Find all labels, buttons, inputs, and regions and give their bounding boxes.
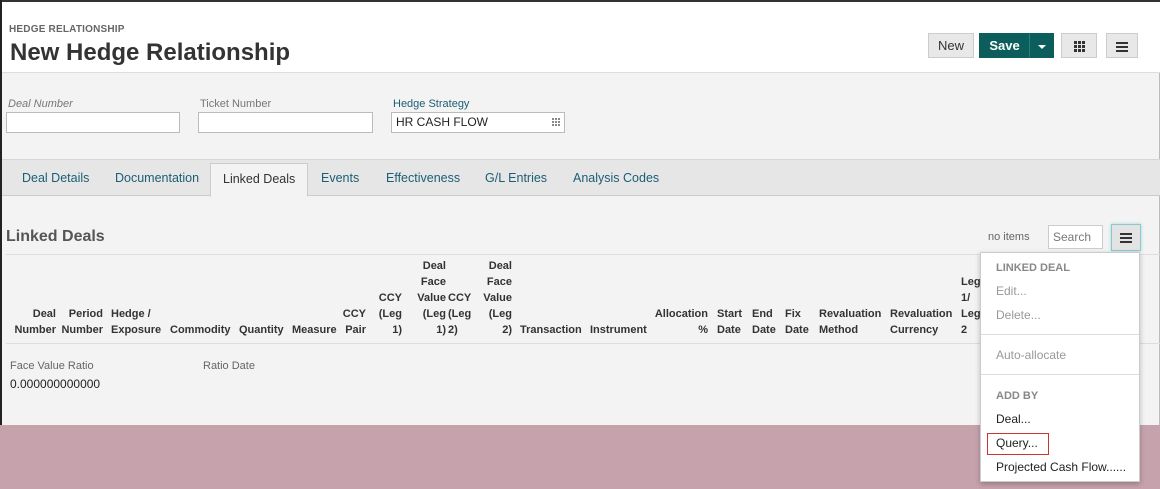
column-header[interactable]: Hedge / Exposure xyxy=(111,306,161,338)
tab-events[interactable]: Events xyxy=(321,171,359,185)
menu-header-add-by: ADD BY xyxy=(996,390,1039,402)
tab-analysis-codes[interactable]: Analysis Codes xyxy=(573,171,659,185)
column-header[interactable]: Revaluation Method xyxy=(819,306,881,338)
menu-item-projected-cash-flow[interactable]: Projected Cash Flow...... xyxy=(996,460,1126,474)
menu-header-linked-deal: LINKED DEAL xyxy=(996,262,1070,274)
section-title: Linked Deals xyxy=(6,228,105,245)
page-menu-button[interactable] xyxy=(1106,33,1138,58)
column-header[interactable]: Commodity xyxy=(170,322,231,338)
column-header[interactable]: Revaluation Currency xyxy=(890,306,952,338)
column-header[interactable]: Instrument xyxy=(590,322,647,338)
tab-effectiveness[interactable]: Effectiveness xyxy=(386,171,460,185)
ticket-number-label: Ticket Number xyxy=(200,98,272,110)
menu-item-auto-allocate[interactable]: Auto-allocate xyxy=(996,348,1066,362)
new-button[interactable]: New xyxy=(928,33,974,58)
column-header[interactable]: CCY (Leg 2) xyxy=(448,290,471,338)
menu-divider xyxy=(981,334,1139,335)
column-header[interactable]: Deal Number xyxy=(14,306,56,338)
column-header[interactable]: Period Number xyxy=(61,306,103,338)
menu-item-deal[interactable]: Deal... xyxy=(996,412,1031,426)
face-value-ratio-label: Face Value Ratio xyxy=(10,360,94,372)
breadcrumb: HEDGE RELATIONSHIP xyxy=(9,24,125,35)
column-header[interactable]: CCY (Leg 1) xyxy=(379,290,402,338)
column-header[interactable]: Leg 1/Leg 2 xyxy=(961,274,981,338)
ticket-number-input[interactable] xyxy=(198,112,373,133)
ratio-date-label: Ratio Date xyxy=(203,360,255,372)
tab-deal-details[interactable]: Deal Details xyxy=(22,171,89,185)
column-header[interactable]: Allocation% xyxy=(655,306,708,338)
grid-dropdown-menu: LINKED DEAL Edit... Delete... Auto-alloc… xyxy=(980,252,1140,482)
column-header[interactable]: Measure xyxy=(292,322,337,338)
hedge-strategy-input[interactable]: HR CASH FLOW xyxy=(391,112,565,133)
menu-item-delete[interactable]: Delete... xyxy=(996,308,1041,322)
page-title: New Hedge Relationship xyxy=(10,39,291,66)
item-count: no items xyxy=(988,231,1030,243)
tab-documentation[interactable]: Documentation xyxy=(115,171,199,185)
column-header[interactable]: Quantity xyxy=(239,322,284,338)
column-header[interactable]: Transaction xyxy=(520,322,582,338)
save-button[interactable]: Save xyxy=(979,33,1030,58)
hedge-strategy-value: HR CASH FLOW xyxy=(396,115,489,129)
column-header[interactable]: Start Date xyxy=(717,306,742,338)
search-input[interactable]: Search xyxy=(1048,225,1103,249)
picker-grid-icon[interactable] xyxy=(552,118,560,126)
apps-grid-button[interactable] xyxy=(1061,33,1097,58)
hedge-strategy-label: Hedge Strategy xyxy=(393,98,470,110)
hamburger-icon xyxy=(1116,40,1128,54)
menu-item-query[interactable]: Query... xyxy=(996,436,1038,450)
save-options-button[interactable] xyxy=(1029,33,1054,58)
menu-divider xyxy=(981,374,1139,375)
menu-item-edit[interactable]: Edit... xyxy=(996,284,1027,298)
column-header[interactable]: Deal Face Value (Leg 1) xyxy=(417,258,446,338)
tab-bar: Deal Details Documentation Linked Deals … xyxy=(2,159,1160,197)
grid-icon xyxy=(1073,41,1085,53)
column-header[interactable]: CCY Pair xyxy=(343,306,366,338)
grid-menu-button[interactable] xyxy=(1111,224,1141,251)
tab-gl-entries[interactable]: G/L Entries xyxy=(485,171,547,185)
deal-number-input[interactable] xyxy=(6,112,180,133)
tab-linked-deals[interactable]: Linked Deals xyxy=(210,163,309,197)
hamburger-icon xyxy=(1120,231,1132,245)
deal-number-label: Deal Number xyxy=(8,98,73,110)
column-header[interactable]: End Date xyxy=(752,306,776,338)
face-value-ratio-value: 0.000000000000 xyxy=(10,377,101,391)
column-header[interactable]: Fix Date xyxy=(785,306,809,338)
caret-down-icon xyxy=(1037,44,1046,49)
column-header[interactable]: Deal Face Value (Leg 2) xyxy=(483,258,512,338)
